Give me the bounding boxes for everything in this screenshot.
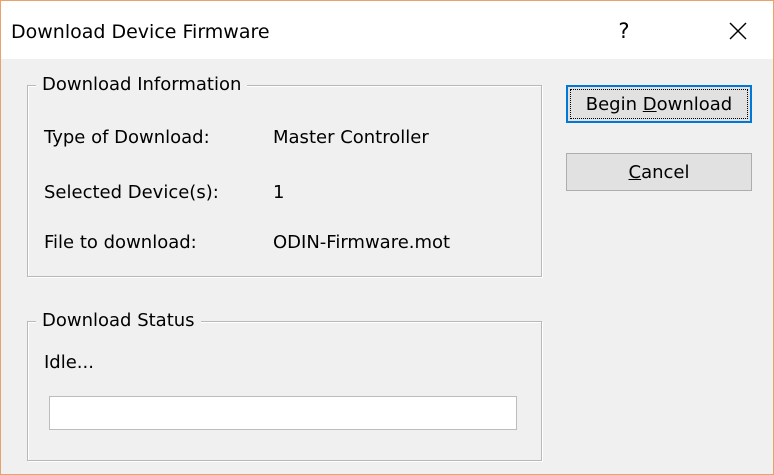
begin-download-button[interactable]: Begin Download (566, 85, 752, 123)
type-of-download-label: Type of Download: (44, 127, 210, 148)
help-button[interactable]: ? (601, 11, 647, 51)
download-status-group: Download Status (27, 309, 542, 461)
download-progress-bar (49, 396, 517, 430)
window-title: Download Device Firmware (11, 21, 270, 43)
close-button[interactable] (715, 11, 761, 51)
file-to-download-label: File to download: (44, 232, 197, 253)
dialog-window: Download Device Firmware ? Download Info… (0, 0, 774, 475)
cancel-label: Cancel (628, 161, 690, 183)
download-status-legend: Download Status (36, 309, 201, 333)
close-icon (729, 22, 747, 40)
cancel-button[interactable]: Cancel (566, 153, 752, 191)
type-of-download-value: Master Controller (273, 127, 429, 148)
begin-download-label: Begin Download (585, 93, 733, 115)
download-information-legend: Download Information (36, 73, 248, 97)
selected-devices-value: 1 (273, 182, 285, 203)
status-text: Idle... (44, 352, 94, 373)
selected-devices-label: Selected Device(s): (44, 182, 219, 203)
title-bar[interactable]: Download Device Firmware ? (1, 1, 773, 59)
file-to-download-value: ODIN-Firmware.mot (273, 232, 451, 253)
